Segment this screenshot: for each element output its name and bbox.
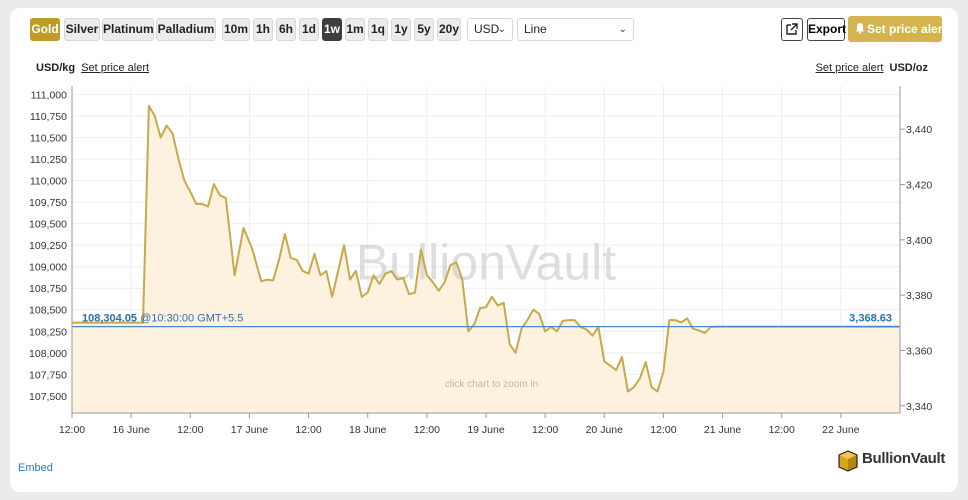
x-tick-label: 12:00 [295, 424, 321, 436]
x-tick-label: 18 June [349, 424, 387, 436]
gold-bar-icon [838, 450, 858, 472]
x-tick-label: 17 June [231, 424, 269, 436]
y-left-tick-label: 107,750 [29, 369, 67, 381]
x-tick-label: 12:00 [177, 424, 203, 436]
y-left-tick-label: 107,500 [29, 391, 67, 403]
bullionvault-logo[interactable]: BullionVault [836, 448, 954, 474]
y-left-tick-label: 108,750 [29, 283, 67, 295]
x-tick-label: 19 June [467, 424, 505, 436]
y-left-tick-label: 109,000 [29, 262, 67, 274]
x-tick-label: 12:00 [59, 424, 85, 436]
y-right-tick-label: 3,440 [906, 124, 932, 136]
y-left-tick-label: 110,500 [30, 133, 67, 145]
x-tick-label: 22 June [822, 424, 860, 436]
x-tick-label: 20 June [586, 424, 624, 436]
y-left-tick-label: 109,500 [29, 219, 67, 231]
x-tick-label: 12:00 [532, 424, 558, 436]
x-tick-label: 12:00 [769, 424, 795, 436]
y-left-tick-label: 108,250 [29, 326, 67, 338]
y-left-tick-label: 110,750 [30, 111, 67, 123]
current-price-time: @10:30:00 GMT+5.5 [140, 313, 243, 325]
current-price-oz-label: 3,368.63 [849, 313, 892, 325]
y-left-tick-label: 108,500 [29, 305, 67, 317]
embed-link[interactable]: Embed [18, 462, 53, 474]
y-right-tick-label: 3,360 [906, 345, 932, 357]
y-right-tick-label: 3,420 [906, 179, 932, 191]
y-left-tick-label: 109,250 [29, 240, 67, 252]
y-left-tick-label: 111,000 [31, 90, 68, 102]
y-left-tick-label: 109,750 [29, 197, 67, 209]
y-right-tick-label: 3,340 [906, 401, 932, 413]
chart-watermark: BullionVault [356, 235, 616, 291]
x-tick-label: 12:00 [650, 424, 676, 436]
y-right-tick-label: 3,380 [906, 290, 932, 302]
price-chart[interactable]: BullionVault 108,304.05 @10:30:00 GMT+5.… [10, 8, 958, 448]
zoom-hint: click chart to zoom in [445, 379, 538, 390]
brand-name: BullionVault [862, 450, 946, 467]
y-left-tick-label: 110,250 [30, 154, 67, 166]
current-price-kg-label: 108,304.05 @10:30:00 GMT+5.5 [82, 313, 243, 325]
current-price-kg-value: 108,304.05 [82, 313, 140, 325]
y-right-tick-label: 3,400 [906, 235, 932, 247]
y-left-tick-label: 108,000 [29, 348, 67, 360]
x-tick-label: 12:00 [414, 424, 440, 436]
x-tick-label: 21 June [704, 424, 742, 436]
chart-card: Gold Silver Platinum Palladium 10m 1h 6h… [10, 8, 958, 492]
x-tick-label: 16 June [112, 424, 150, 436]
y-left-tick-label: 110,000 [30, 176, 67, 188]
